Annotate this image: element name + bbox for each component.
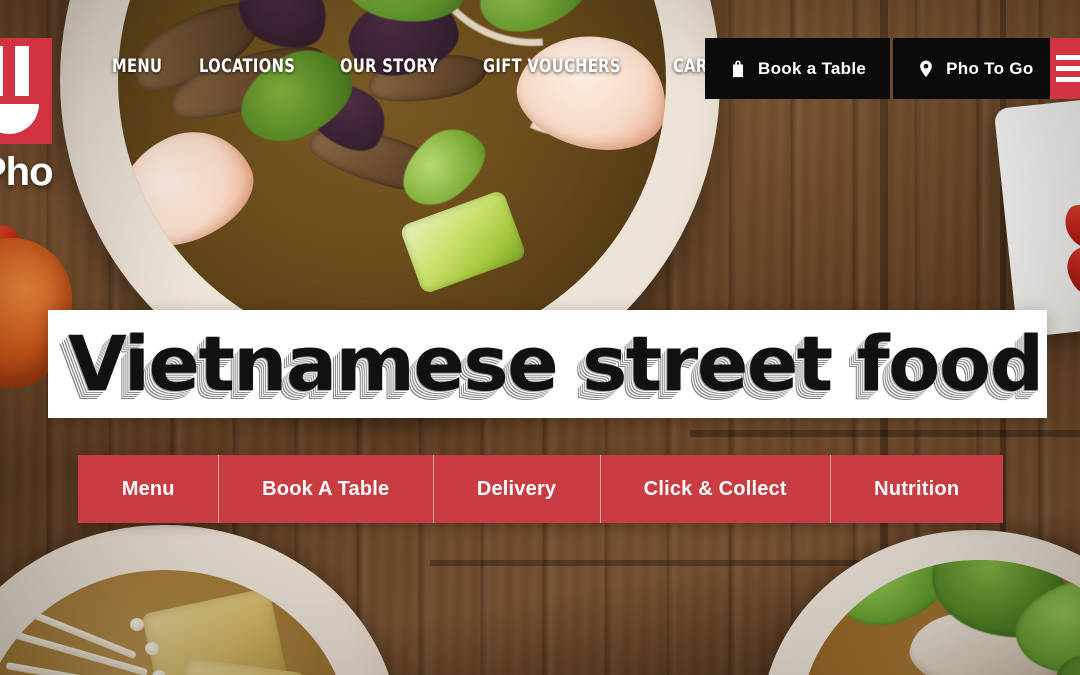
hamburger-menu-icon[interactable] xyxy=(1050,38,1080,99)
quick-link-book-a-table[interactable]: Book A Table xyxy=(218,455,433,523)
nav-link-menu[interactable]: MENU xyxy=(112,55,162,77)
quick-links-bar: Menu Book A Table Delivery Click & Colle… xyxy=(78,455,1003,523)
nav-link-our-story[interactable]: OUR STORY xyxy=(340,55,438,77)
book-a-table-label: Book a Table xyxy=(758,58,867,78)
pho-bowl-logo-icon xyxy=(0,38,43,138)
header-cta-group: Book a Table Pho To Go xyxy=(705,38,1058,99)
quick-link-nutrition[interactable]: Nutrition xyxy=(830,455,1003,523)
map-pin-icon xyxy=(920,59,932,77)
shopping-bag-icon xyxy=(732,60,744,77)
book-a-table-button[interactable]: Book a Table xyxy=(705,38,891,99)
page-root: Pho MENU LOCATIONS OUR STORY GIFT VOUCHE… xyxy=(0,0,1080,675)
logo-wordmark: Pho xyxy=(0,150,54,194)
page-title: Vietnamese street food xyxy=(68,318,1044,408)
nav-link-locations[interactable]: LOCATIONS xyxy=(199,55,295,77)
primary-navigation: MENU LOCATIONS OUR STORY GIFT VOUCHERS C… xyxy=(112,55,763,77)
site-logo[interactable] xyxy=(0,38,52,144)
quick-link-delivery[interactable]: Delivery xyxy=(433,455,600,523)
pho-to-go-button[interactable]: Pho To Go xyxy=(893,38,1058,99)
nav-link-gift-vouchers[interactable]: GIFT VOUCHERS xyxy=(483,55,621,77)
hero-headline-banner: Vietnamese street food xyxy=(48,310,1047,418)
site-header: Pho MENU LOCATIONS OUR STORY GIFT VOUCHE… xyxy=(0,0,1080,194)
quick-link-click-collect[interactable]: Click & Collect xyxy=(599,455,830,523)
pho-to-go-label: Pho To Go xyxy=(946,58,1034,78)
quick-link-menu[interactable]: Menu xyxy=(78,455,218,523)
